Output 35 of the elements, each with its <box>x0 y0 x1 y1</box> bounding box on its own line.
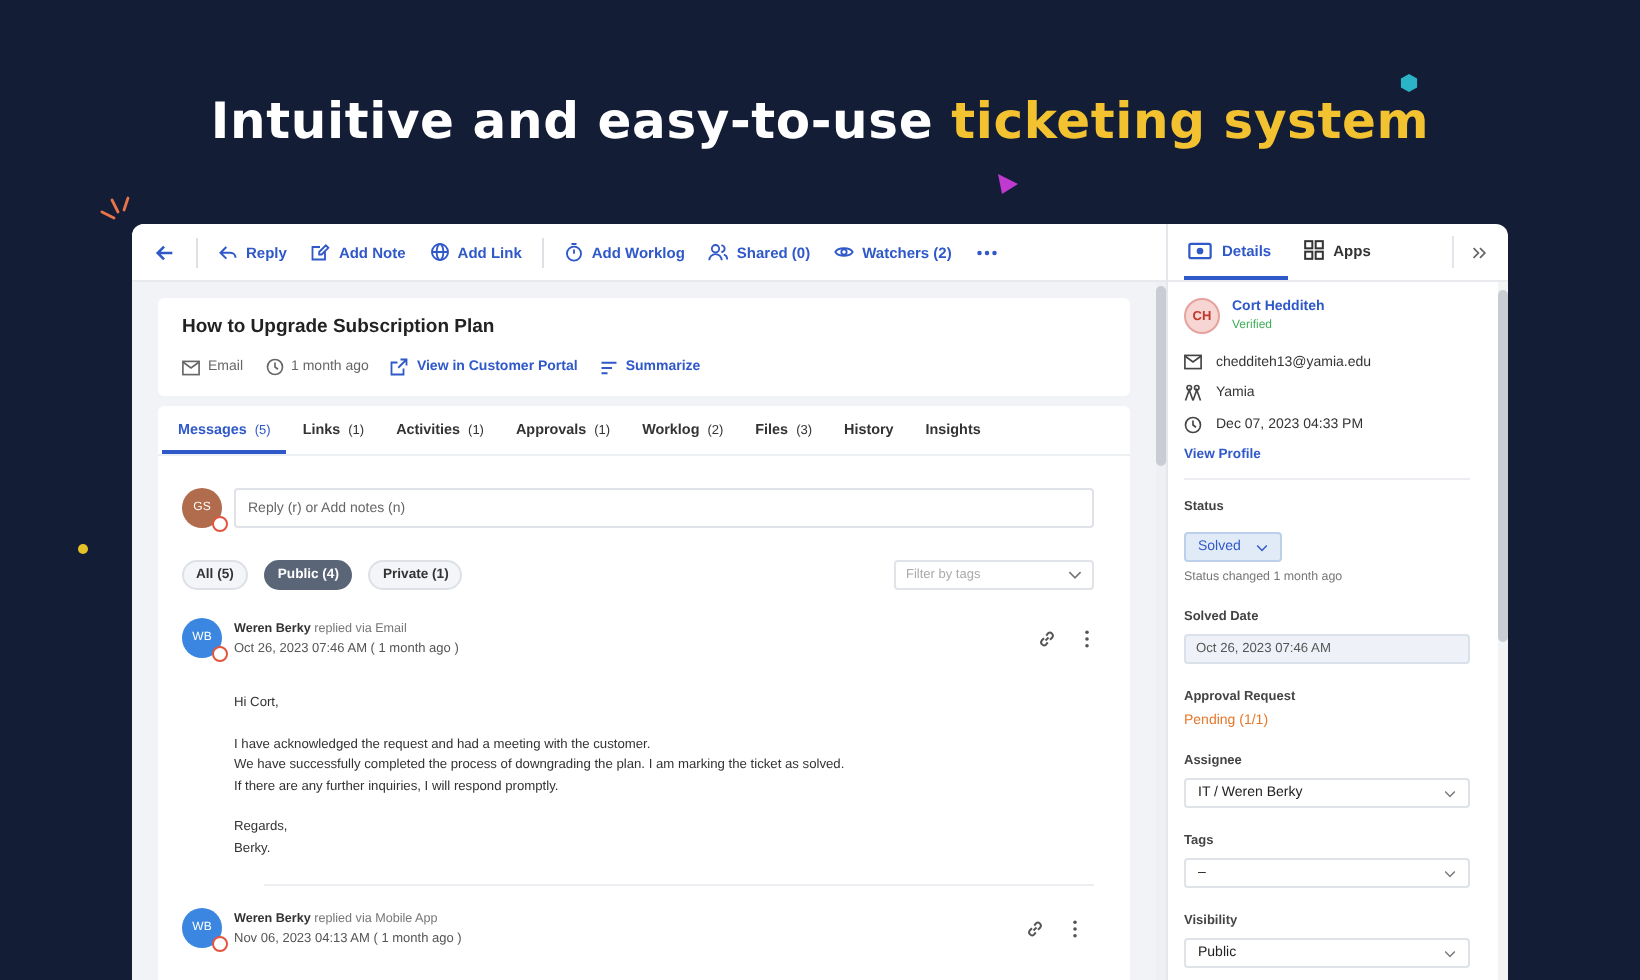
hexagon-icon <box>1400 74 1418 92</box>
clock-icon <box>1184 416 1202 434</box>
chevron-down-icon <box>1444 869 1456 877</box>
reply-icon <box>218 242 238 262</box>
eye-icon <box>834 242 855 262</box>
more-vertical-icon[interactable] <box>1084 629 1090 647</box>
clock-icon <box>265 358 284 376</box>
dot-icon <box>78 544 88 554</box>
users-icon <box>708 242 729 262</box>
triangle-icon <box>996 172 1020 196</box>
double-chevron-icon[interactable] <box>1472 245 1488 259</box>
mail-icon <box>182 359 200 375</box>
link-icon[interactable] <box>1038 629 1056 647</box>
grid-icon <box>1303 240 1324 260</box>
back-arrow-icon <box>154 241 176 263</box>
people-icon <box>1184 384 1202 402</box>
link-icon[interactable] <box>1026 919 1044 937</box>
mail-icon <box>1184 354 1202 370</box>
chevron-down-icon <box>1444 789 1456 797</box>
timer-icon <box>563 242 584 262</box>
scrollbar[interactable] <box>1498 282 1508 980</box>
ticket-title: How to Upgrade Subscription Plan <box>182 316 497 338</box>
lines-icon <box>599 359 618 375</box>
note-icon <box>310 242 331 262</box>
external-link-icon <box>390 358 409 376</box>
chevron-down-icon <box>1444 949 1456 957</box>
more-vertical-icon[interactable] <box>1072 919 1078 937</box>
headline: Intuitive and easy-to-use <box>210 92 934 150</box>
globe-icon <box>429 242 450 262</box>
chevron-down-icon <box>1068 570 1082 580</box>
more-icon <box>975 249 998 255</box>
chevron-down-icon <box>1256 543 1269 551</box>
headline-highlight: ticketing system <box>951 92 1430 150</box>
id-card-icon <box>1188 241 1212 259</box>
scrollbar[interactable] <box>1156 282 1166 980</box>
